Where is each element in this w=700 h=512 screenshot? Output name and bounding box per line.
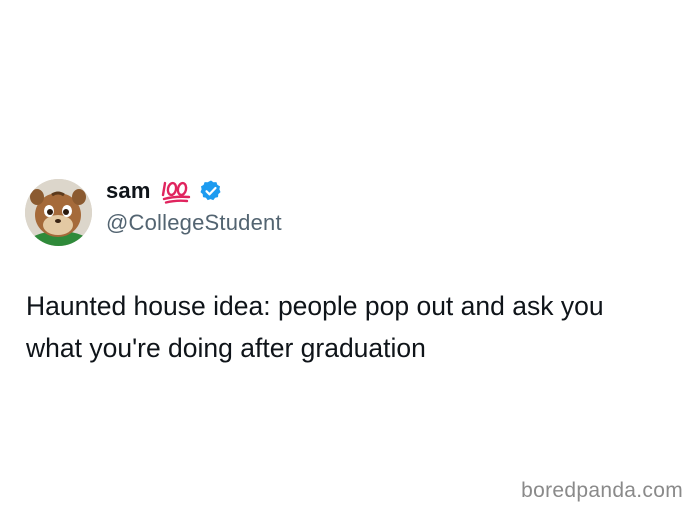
tweet-author: sam @CollegeStudent (106, 176, 282, 236)
watermark-text: boredpanda.com (521, 479, 683, 502)
hundred-points-emoji-icon (161, 178, 191, 204)
author-handle[interactable]: @CollegeStudent (106, 210, 282, 236)
author-name-row: sam (106, 176, 282, 206)
verified-badge-icon (199, 179, 223, 203)
tweet-text: Haunted house idea: people pop out and a… (26, 291, 604, 363)
tweet-card: sam @CollegeStudent Haunted house idea: … (0, 0, 700, 512)
author-display-name[interactable]: sam (106, 178, 151, 204)
chipmunk-avatar-icon[interactable] (25, 179, 92, 246)
